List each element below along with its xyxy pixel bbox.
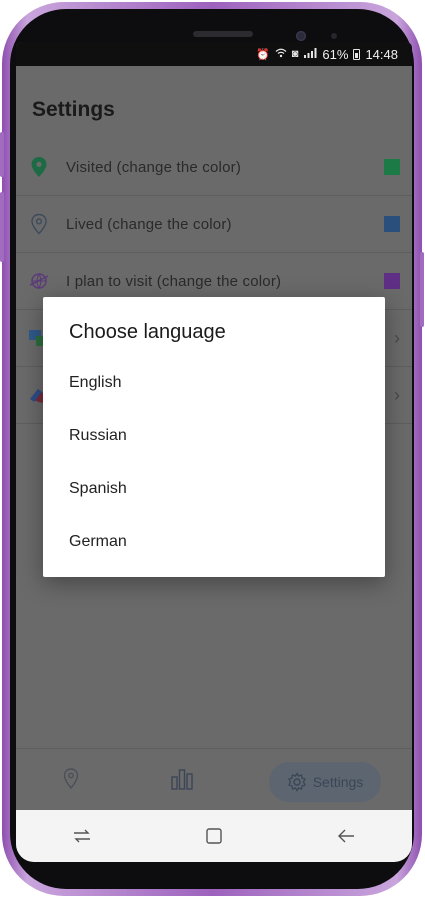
clock: 14:48 xyxy=(365,46,398,62)
front-camera xyxy=(296,31,306,41)
chevron-right-icon: › xyxy=(394,327,400,348)
map-pin-filled-icon xyxy=(28,156,50,178)
back-button[interactable] xyxy=(326,816,366,856)
bixby-button xyxy=(0,192,4,262)
system-nav-bar xyxy=(16,810,412,862)
tab-settings-label: Settings xyxy=(312,774,364,790)
chevron-right-icon: › xyxy=(394,384,400,405)
home-button[interactable] xyxy=(194,816,234,856)
recents-icon xyxy=(74,829,90,843)
power-button xyxy=(420,252,424,327)
language-option-english[interactable]: English xyxy=(43,356,385,409)
tab-map[interactable] xyxy=(56,759,86,799)
gear-icon xyxy=(287,772,306,792)
choose-language-dialog: Choose language English Russian Spanish … xyxy=(43,297,385,577)
signal-icon xyxy=(303,47,317,61)
wifi-icon xyxy=(275,48,287,61)
map-pin-outline-icon xyxy=(28,213,50,235)
battery-icon xyxy=(353,48,361,60)
home-icon xyxy=(206,828,222,844)
bottom-tab-bar: Settings xyxy=(16,748,412,810)
earpiece-speaker xyxy=(193,31,253,37)
bar-chart-icon xyxy=(171,769,193,790)
row-label: Visited (change the color) xyxy=(66,158,242,176)
settings-row-visited[interactable]: Visited (change the color) xyxy=(16,139,412,196)
language-option-russian[interactable]: Russian xyxy=(43,409,385,462)
status-bar: ⏰ ◙ 61% 14:48 xyxy=(16,42,412,66)
map-pin-icon xyxy=(63,768,79,790)
data-saver-icon: ◙ xyxy=(291,48,299,60)
language-option-spanish[interactable]: Spanish xyxy=(43,462,385,515)
battery-percent: 61% xyxy=(322,46,349,62)
row-label: I plan to visit (change the color) xyxy=(66,272,282,290)
row-label: Lived (change the color) xyxy=(66,215,232,233)
tab-statistics[interactable] xyxy=(167,759,197,799)
proximity-sensor xyxy=(331,33,337,39)
volume-button xyxy=(0,132,4,177)
globe-plane-icon xyxy=(28,270,50,292)
page-title: Settings xyxy=(32,98,115,121)
language-option-german[interactable]: German xyxy=(43,515,385,568)
tab-settings[interactable]: Settings xyxy=(269,762,381,802)
alarm-icon: ⏰ xyxy=(256,48,270,61)
back-arrow-icon xyxy=(338,829,354,843)
recents-button[interactable] xyxy=(62,816,102,856)
color-swatch-lived[interactable] xyxy=(384,216,400,232)
color-swatch-plan-to-visit[interactable] xyxy=(384,273,400,289)
color-swatch-visited[interactable] xyxy=(384,159,400,175)
dialog-title: Choose language xyxy=(69,321,226,343)
settings-row-lived[interactable]: Lived (change the color) xyxy=(16,196,412,253)
